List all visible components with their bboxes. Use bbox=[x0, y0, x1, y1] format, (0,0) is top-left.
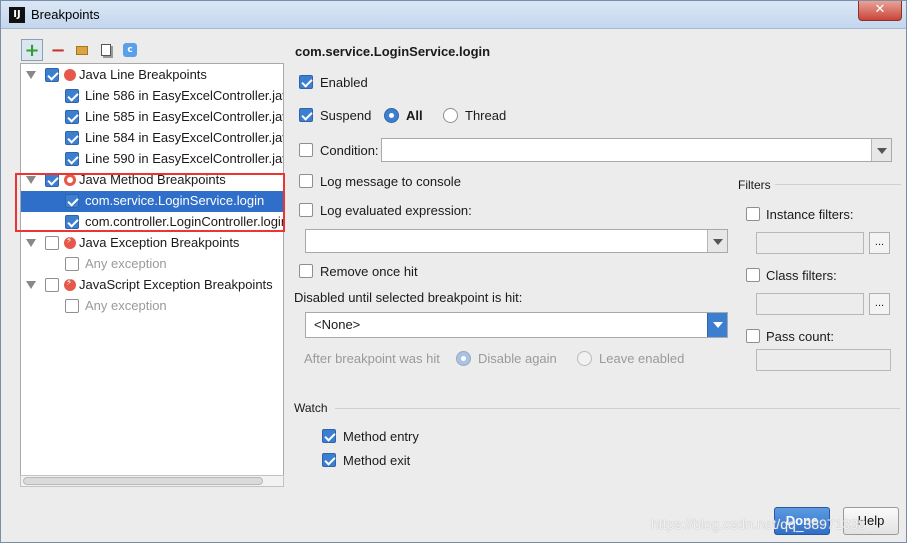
tree-item[interactable]: Any exception bbox=[21, 254, 283, 275]
group-checkbox[interactable] bbox=[45, 236, 59, 250]
log-message-label[interactable]: Log message to console bbox=[320, 174, 461, 189]
add-icon[interactable]: + bbox=[21, 39, 43, 61]
group-checkbox[interactable] bbox=[45, 68, 59, 82]
condition-combo[interactable] bbox=[381, 138, 892, 162]
close-button[interactable]: ✕ bbox=[858, 1, 902, 21]
item-checkbox[interactable] bbox=[65, 257, 79, 271]
suspend-thread-radio[interactable] bbox=[443, 108, 458, 123]
filters-heading: Filters bbox=[738, 178, 771, 192]
log-message-checkbox[interactable] bbox=[299, 174, 313, 188]
item-checkbox[interactable] bbox=[65, 152, 79, 166]
group-label: Java Exception Breakpoints bbox=[79, 235, 240, 250]
exception-breakpoint-icon bbox=[64, 277, 76, 291]
item-checkbox[interactable] bbox=[65, 89, 79, 103]
disable-again-radio[interactable] bbox=[456, 351, 471, 366]
chevron-down-icon[interactable] bbox=[871, 139, 891, 161]
enabled-checkbox[interactable] bbox=[299, 75, 313, 89]
annotation-highlight-box bbox=[15, 173, 285, 232]
tree-item[interactable]: Line 590 in EasyExcelController.java bbox=[21, 149, 283, 170]
method-exit-checkbox[interactable] bbox=[322, 453, 336, 467]
tree-horizontal-scrollbar[interactable] bbox=[20, 475, 284, 487]
pass-count-field[interactable] bbox=[756, 349, 891, 371]
remove-once-hit-checkbox[interactable] bbox=[299, 264, 313, 278]
collapse-arrow-icon[interactable] bbox=[26, 71, 36, 79]
after-hit-label: After breakpoint was hit bbox=[304, 351, 440, 366]
chevron-down-icon[interactable] bbox=[707, 230, 727, 252]
remove-once-hit-label[interactable]: Remove once hit bbox=[320, 264, 418, 279]
remove-icon[interactable]: − bbox=[47, 39, 69, 61]
tree-item[interactable]: Line 584 in EasyExcelController.java bbox=[21, 128, 283, 149]
class-icon[interactable]: c bbox=[119, 39, 141, 61]
condition-label[interactable]: Condition: bbox=[320, 143, 379, 158]
exception-breakpoint-icon bbox=[64, 235, 76, 249]
intellij-icon: IJ bbox=[9, 7, 25, 23]
log-expression-label[interactable]: Log evaluated expression: bbox=[320, 203, 472, 218]
item-label: Line 586 in EasyExcelController.java bbox=[85, 88, 284, 103]
method-exit-label[interactable]: Method exit bbox=[343, 453, 410, 468]
item-label: Line 590 in EasyExcelController.java bbox=[85, 151, 284, 166]
leave-enabled-label[interactable]: Leave enabled bbox=[599, 351, 684, 366]
watch-separator bbox=[335, 408, 900, 409]
pass-count-checkbox[interactable] bbox=[746, 329, 760, 343]
breakpoint-title: com.service.LoginService.login bbox=[295, 44, 491, 59]
tree-item[interactable]: Line 586 in EasyExcelController.java bbox=[21, 86, 283, 107]
item-checkbox[interactable] bbox=[65, 110, 79, 124]
leave-enabled-radio[interactable] bbox=[577, 351, 592, 366]
disabled-until-value: <None> bbox=[314, 317, 361, 332]
tree-item[interactable]: Any exception bbox=[21, 296, 283, 317]
disable-again-label[interactable]: Disable again bbox=[478, 351, 557, 366]
item-label: Any exception bbox=[85, 256, 167, 271]
condition-checkbox[interactable] bbox=[299, 143, 313, 157]
chevron-down-icon[interactable] bbox=[707, 313, 727, 337]
disabled-until-combo[interactable]: <None> bbox=[305, 312, 728, 338]
filters-separator bbox=[775, 184, 901, 185]
collapse-arrow-icon[interactable] bbox=[26, 281, 36, 289]
item-checkbox[interactable] bbox=[65, 131, 79, 145]
pass-count-label[interactable]: Pass count: bbox=[766, 329, 834, 344]
class-filters-label[interactable]: Class filters: bbox=[766, 268, 837, 283]
tree-item[interactable]: Line 585 in EasyExcelController.java bbox=[21, 107, 283, 128]
group-checkbox[interactable] bbox=[45, 278, 59, 292]
instance-filters-label[interactable]: Instance filters: bbox=[766, 207, 853, 222]
breakpoints-dialog: IJ Breakpoints ✕ + − c Java Line Breakpo… bbox=[0, 0, 907, 543]
item-label: Any exception bbox=[85, 298, 167, 313]
class-filters-checkbox[interactable] bbox=[746, 268, 760, 282]
suspend-all-radio[interactable] bbox=[384, 108, 399, 123]
watermark: https://blog.csdn.net/qq_38971338 bbox=[651, 516, 866, 532]
group-label: Java Line Breakpoints bbox=[79, 67, 207, 82]
item-label: Line 584 in EasyExcelController.java bbox=[85, 130, 284, 145]
tree-group-java-line[interactable]: Java Line Breakpoints bbox=[21, 65, 283, 86]
enabled-label[interactable]: Enabled bbox=[320, 75, 368, 90]
window-title: Breakpoints bbox=[31, 7, 100, 22]
collapse-arrow-icon[interactable] bbox=[26, 239, 36, 247]
copy-icon[interactable] bbox=[95, 39, 117, 61]
suspend-checkbox[interactable] bbox=[299, 108, 313, 122]
method-entry-label[interactable]: Method entry bbox=[343, 429, 419, 444]
item-checkbox[interactable] bbox=[65, 299, 79, 313]
class-filters-browse-button[interactable]: ... bbox=[869, 293, 890, 315]
log-expression-combo[interactable] bbox=[305, 229, 728, 253]
tree-group-javascript-exception[interactable]: JavaScript Exception Breakpoints bbox=[21, 275, 283, 296]
folder-icon[interactable] bbox=[71, 39, 93, 61]
suspend-all-label[interactable]: All bbox=[406, 108, 423, 123]
watch-heading: Watch bbox=[294, 401, 328, 415]
instance-filters-checkbox[interactable] bbox=[746, 207, 760, 221]
title-bar[interactable]: IJ Breakpoints ✕ bbox=[1, 1, 906, 29]
line-breakpoint-icon bbox=[64, 69, 76, 81]
scroll-thumb[interactable] bbox=[23, 477, 263, 485]
class-filters-field[interactable] bbox=[756, 293, 864, 315]
instance-filters-field[interactable] bbox=[756, 232, 864, 254]
suspend-thread-label[interactable]: Thread bbox=[465, 108, 506, 123]
suspend-label[interactable]: Suspend bbox=[320, 108, 371, 123]
instance-filters-browse-button[interactable]: ... bbox=[869, 232, 890, 254]
disabled-until-label: Disabled until selected breakpoint is hi… bbox=[294, 290, 523, 305]
log-expression-checkbox[interactable] bbox=[299, 203, 313, 217]
method-entry-checkbox[interactable] bbox=[322, 429, 336, 443]
item-label: Line 585 in EasyExcelController.java bbox=[85, 109, 284, 124]
breakpoint-tree[interactable]: Java Line Breakpoints Line 586 in EasyEx… bbox=[20, 63, 284, 487]
group-label: JavaScript Exception Breakpoints bbox=[79, 277, 273, 292]
tree-group-java-exception[interactable]: Java Exception Breakpoints bbox=[21, 233, 283, 254]
